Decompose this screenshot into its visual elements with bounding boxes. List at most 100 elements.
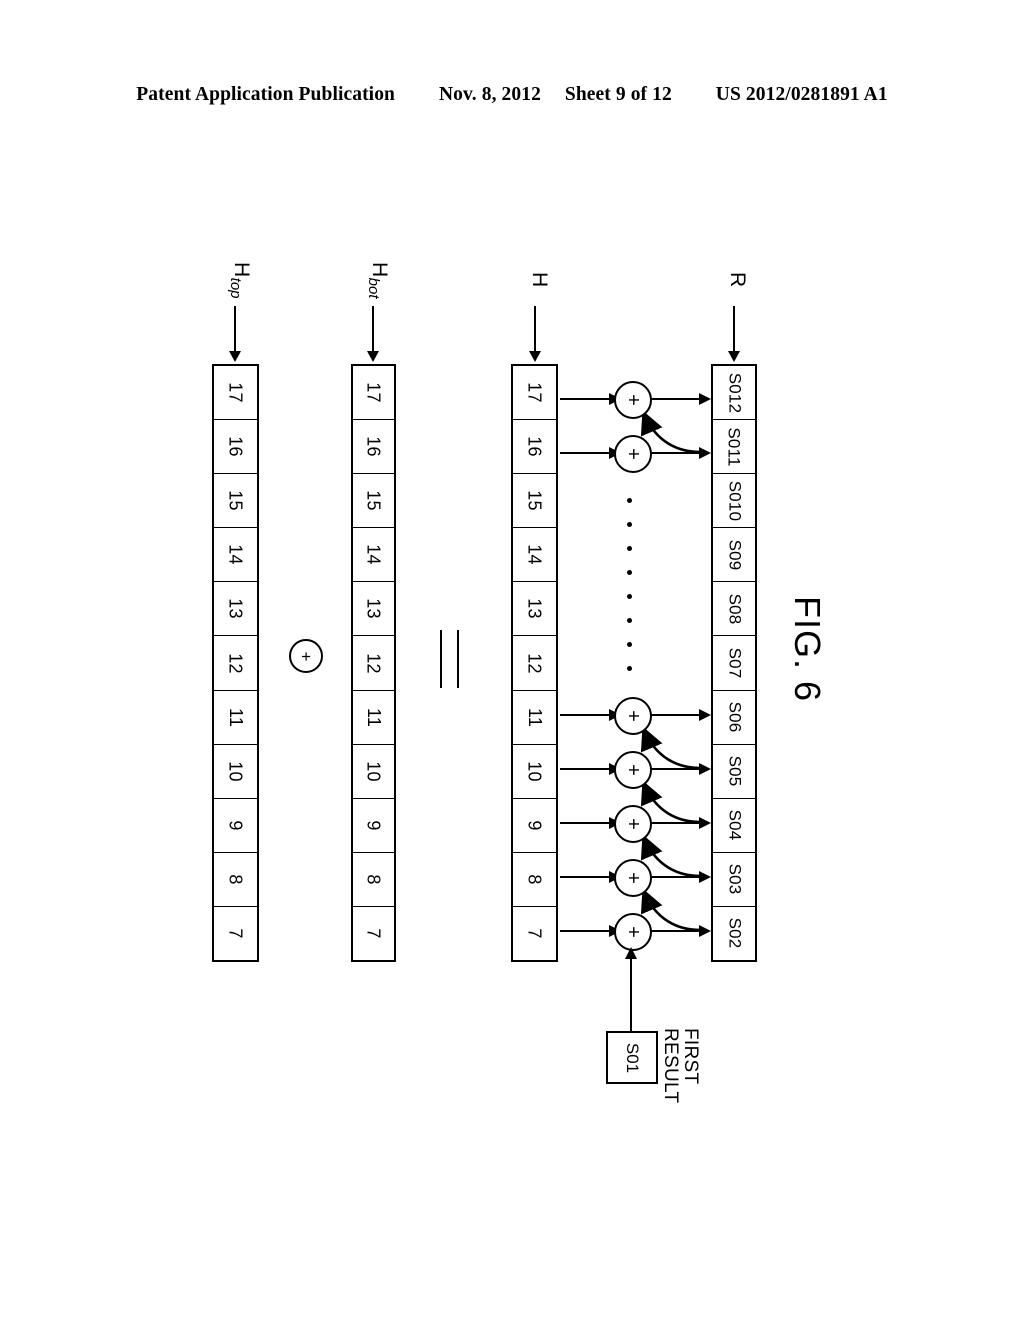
down-arrow-icon-h-bot — [367, 306, 379, 362]
array-cell: S04 — [713, 799, 755, 853]
connector-adder-to-r — [648, 817, 711, 829]
adder-circle-icon: + — [614, 697, 652, 735]
adder-glyph: + — [622, 818, 644, 830]
ellipsis-dot — [627, 546, 632, 551]
array-cell: 13 — [513, 582, 556, 637]
cell-label: 9 — [525, 820, 545, 831]
array-h: 17 16 15 14 13 12 11 10 9 8 7 — [511, 364, 558, 962]
cell-label: 15 — [225, 490, 246, 511]
cell-label: 17 — [524, 382, 545, 403]
cell-label: 8 — [525, 874, 545, 885]
feedback-arrow — [640, 834, 701, 878]
connector-h-to-adder — [560, 709, 621, 721]
up-arrow-icon-first-result — [625, 947, 637, 1032]
array-cell: 16 — [214, 420, 257, 475]
ellipsis-dot — [627, 666, 632, 671]
array-cell: 11 — [513, 691, 556, 745]
first-result-box: S01 — [606, 1031, 658, 1084]
array-cell: 11 — [214, 691, 257, 745]
cell-label: 15 — [524, 490, 545, 511]
array-cell: 7 — [214, 907, 257, 960]
adder-circle-icon: + — [614, 805, 652, 843]
array-cell: 13 — [214, 582, 257, 637]
array-cell: 7 — [353, 907, 394, 960]
first-result-caption-line2: RESULT — [660, 1028, 682, 1104]
vertical-ellipsis-icon — [627, 498, 635, 671]
array-cell: S012 — [713, 366, 755, 421]
cell-label: 17 — [225, 382, 246, 403]
plus-circle-icon: + — [289, 639, 323, 673]
adder-glyph: + — [622, 710, 644, 722]
label-r: R — [725, 272, 749, 287]
array-cell: 13 — [353, 582, 394, 637]
array-cell: 16 — [513, 420, 556, 475]
array-cell: 15 — [513, 474, 556, 529]
cell-label: 16 — [225, 436, 246, 457]
array-cell: 10 — [353, 745, 394, 799]
array-cell: 12 — [214, 636, 257, 691]
cell-label: S011 — [725, 427, 744, 467]
adder-circle-icon: + — [614, 751, 652, 789]
label-r-base: R — [726, 272, 749, 288]
cell-label: 10 — [363, 760, 384, 782]
connector-adder-to-r — [648, 393, 711, 405]
array-cell: 12 — [513, 636, 556, 691]
cell-label: 14 — [225, 544, 246, 566]
ellipsis-dot — [627, 594, 632, 599]
array-cell: S03 — [713, 853, 755, 907]
cell-label: S012 — [724, 372, 744, 413]
ellipsis-dot — [627, 498, 632, 503]
adder-glyph: + — [622, 448, 644, 460]
adder-glyph: + — [622, 764, 644, 776]
cell-label: S03 — [724, 863, 744, 895]
connector-h-to-adder — [560, 817, 621, 829]
array-cell: 17 — [214, 366, 257, 421]
cell-label: 14 — [524, 544, 545, 566]
connector-adder-to-r — [648, 763, 711, 775]
first-result-caption: FIRST RESULT — [660, 1028, 701, 1104]
down-arrow-icon-h — [529, 306, 541, 362]
first-result-box-label: S01 — [623, 1042, 642, 1073]
connector-adder-to-r — [648, 709, 711, 721]
down-arrow-icon-r — [728, 306, 740, 362]
cell-label: 9 — [364, 820, 384, 831]
array-cell: 12 — [353, 636, 394, 691]
cell-label: S05 — [724, 755, 744, 787]
cell-label: S08 — [724, 593, 744, 625]
feedback-arrow — [640, 726, 701, 770]
array-cell: 8 — [214, 853, 257, 907]
array-cell: 9 — [513, 799, 556, 853]
adder-circle-icon: + — [614, 435, 652, 473]
connector-h-to-adder — [560, 763, 621, 775]
cell-label: S02 — [724, 918, 744, 949]
cell-label: 11 — [226, 707, 246, 727]
feedback-arrow — [640, 888, 701, 932]
cell-label: 7 — [364, 928, 384, 939]
cell-label: 15 — [363, 490, 384, 511]
cell-label: S09 — [724, 539, 744, 571]
array-cell: 15 — [214, 474, 257, 529]
label-h-bot: Hbot — [365, 262, 391, 299]
cell-label: 10 — [524, 760, 545, 782]
equals-bar-1 — [440, 630, 443, 688]
cell-label: 9 — [226, 820, 246, 831]
label-h: H — [527, 272, 551, 287]
array-cell: 8 — [353, 853, 394, 907]
array-cell: 8 — [513, 853, 556, 907]
array-cell: S06 — [713, 691, 755, 745]
connector-adder-to-r — [648, 871, 711, 883]
connector-adder-to-r — [648, 925, 711, 937]
array-cell: 9 — [214, 799, 257, 853]
connector-h-to-adder — [560, 925, 621, 937]
adder-circle-icon: + — [614, 381, 652, 419]
array-r: S012 S011 S010 S09 S08 S07 S06 S05 S04 S… — [711, 364, 757, 962]
array-cell: S010 — [713, 474, 755, 529]
array-cell: 14 — [353, 528, 394, 583]
array-cell: 9 — [353, 799, 394, 853]
ellipsis-dot — [627, 570, 632, 575]
array-cell: 14 — [513, 528, 556, 583]
connector-h-to-adder — [560, 871, 621, 883]
cell-label: 7 — [525, 928, 545, 939]
cell-label: 11 — [364, 707, 384, 727]
cell-label: 16 — [524, 436, 545, 457]
